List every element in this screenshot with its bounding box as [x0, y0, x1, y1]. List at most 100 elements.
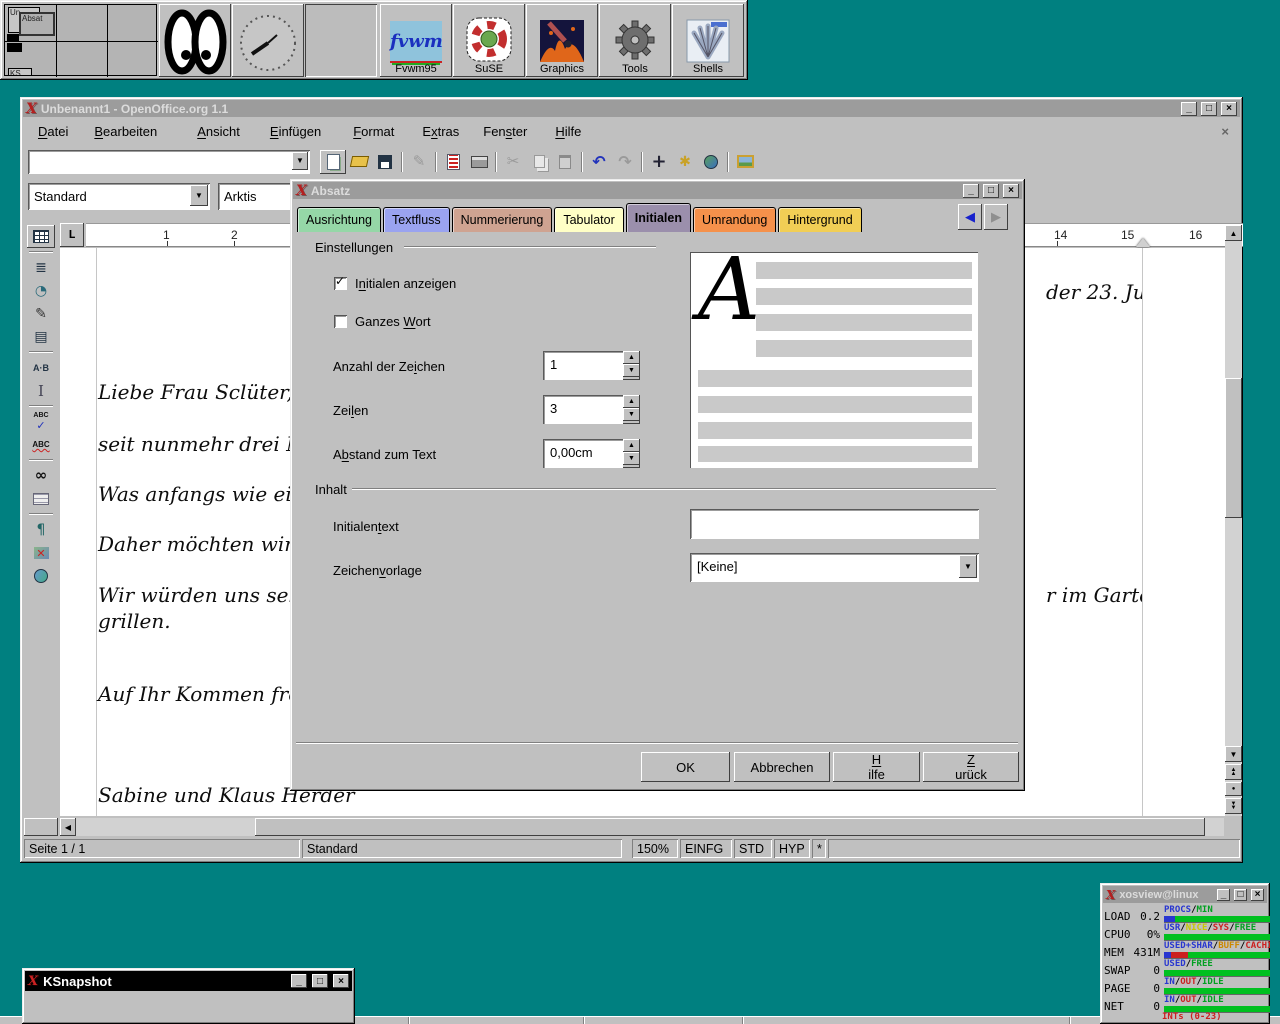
undo-button[interactable]: ↶ [586, 150, 612, 174]
show-dropcaps-label[interactable]: Initialen anzeigen [355, 276, 456, 291]
xclock-button[interactable] [232, 4, 304, 77]
whole-word-checkbox[interactable] [334, 315, 347, 328]
menu-einfuegen[interactable]: Einfügen [265, 121, 326, 142]
graphics-onoff-button[interactable]: ✕ [27, 541, 55, 564]
shells-button[interactable]: Shells [672, 4, 744, 77]
save-document-button[interactable] [372, 150, 398, 174]
paste-button[interactable] [552, 150, 578, 174]
open-document-button[interactable] [346, 150, 372, 174]
tab-initialen[interactable]: Initialen [626, 203, 691, 232]
pager-mini-window[interactable] [7, 43, 22, 52]
menu-format[interactable]: Format [348, 121, 399, 142]
minimize-button[interactable]: _ [1217, 889, 1230, 901]
draw-functions-button[interactable]: ✎ [27, 302, 55, 325]
combo-dropdown-icon[interactable]: ▼ [292, 152, 308, 170]
navigation-dot-button[interactable]: ● [1225, 782, 1242, 796]
direct-cursor-button[interactable]: I [27, 379, 55, 402]
menu-bearbeiten[interactable]: Bearbeiten [89, 121, 162, 142]
tab-umrandung[interactable]: Umrandung [693, 207, 776, 232]
status-zoom[interactable]: 150% [632, 839, 678, 858]
redo-button[interactable]: ↷ [612, 150, 638, 174]
ksnapshot-titlebar[interactable]: X KSnapshot _ □ × [25, 971, 352, 991]
tab-scroll-next-icon[interactable]: ▶ [984, 204, 1008, 230]
distance-value[interactable]: 0,00cm [543, 439, 623, 468]
vertical-scrollbar[interactable]: ▲ ▼ ▲▲ ● ▼▼ [1225, 225, 1242, 816]
status-page-style[interactable]: Standard [302, 839, 622, 858]
spin-up-icon[interactable]: ▲ [623, 351, 640, 364]
insert-objects-button[interactable]: ◔ [27, 279, 55, 302]
cancel-button[interactable]: Abbrechen [734, 752, 830, 782]
writer-titlebar[interactable]: X Unbenannt1 - OpenOffice.org 1.1 _ □ × [23, 100, 1240, 117]
gallery-button[interactable] [732, 150, 758, 174]
spellcheck-button[interactable]: ABC✓ [27, 410, 55, 433]
char-style-combobox[interactable]: [Keine] ▼ [690, 553, 979, 582]
cut-button[interactable]: ✂ [500, 150, 526, 174]
online-layout-button[interactable] [27, 564, 55, 587]
dialog-maximize-button[interactable]: □ [983, 184, 999, 198]
menu-hilfe[interactable]: Hilfe [550, 121, 586, 142]
autotext-button[interactable]: A·B [27, 356, 55, 379]
tab-ausrichtung[interactable]: Ausrichtung [297, 207, 381, 232]
tab-hintergrund[interactable]: Hintergrund [778, 207, 861, 232]
nonprinting-characters-button[interactable]: ¶ [27, 518, 55, 541]
print-file-button[interactable] [466, 150, 492, 174]
scroll-up-icon[interactable]: ▲ [1225, 225, 1242, 241]
horizontal-scrollbar-thumb[interactable] [255, 818, 1205, 836]
help-button[interactable]: Hilfe [833, 752, 920, 782]
tools-button[interactable]: Tools [599, 4, 671, 77]
menu-fenster[interactable]: Fenster [478, 121, 532, 142]
spin-down-icon[interactable]: ▼ [623, 408, 640, 421]
edit-file-button[interactable]: ✎ [406, 150, 432, 174]
autospellcheck-button[interactable]: ABC [27, 433, 55, 456]
dialog-close-button[interactable]: × [1003, 184, 1019, 198]
spin-up-icon[interactable]: ▲ [623, 395, 640, 408]
navigator-button[interactable]: + [646, 150, 672, 174]
autopilot-button[interactable]: ✱ [672, 150, 698, 174]
pager-mini-window-absatz[interactable]: Absat [19, 12, 55, 36]
tab-textfluss[interactable]: Textfluss [383, 207, 450, 232]
fvwm-pager[interactable]: Un Absat KS [4, 4, 157, 76]
xeyes-button[interactable] [159, 4, 231, 77]
next-page-button[interactable]: ▼▼ [1225, 798, 1242, 814]
num-chars-spinner[interactable]: 1 ▲▼ [543, 351, 640, 380]
tab-scroll-prev-icon[interactable]: ◀ [958, 204, 982, 230]
insert-fields-button[interactable]: ≣ [27, 256, 55, 279]
tab-nummerierung[interactable]: Nummerierung [452, 207, 553, 232]
paragraph-style-combobox[interactable]: Standard ▼ [28, 183, 210, 210]
maximize-button[interactable]: □ [312, 974, 328, 988]
dropcap-text-input[interactable] [690, 509, 979, 539]
minimize-button[interactable]: _ [1181, 102, 1197, 116]
insert-table-button[interactable] [27, 225, 55, 248]
show-dropcaps-checkbox[interactable]: ✓ [334, 277, 347, 290]
status-insert-mode[interactable]: EINFG [680, 839, 732, 858]
menu-extras[interactable]: Extras [417, 121, 464, 142]
minimize-button[interactable]: _ [291, 974, 307, 988]
pager-mini-window[interactable] [7, 34, 19, 41]
dialog-titlebar[interactable]: X Absatz _ □ × [293, 182, 1022, 199]
hyperlink-button[interactable] [698, 150, 724, 174]
combo-dropdown-icon[interactable]: ▼ [190, 185, 208, 206]
dialog-minimize-button[interactable]: _ [963, 184, 979, 198]
xosview-titlebar[interactable]: X xosview@linux _ □ × [1103, 886, 1267, 903]
status-hyperlink-mode[interactable]: HYP [774, 839, 810, 858]
close-document-icon[interactable]: × [1221, 124, 1239, 139]
maximize-button[interactable]: □ [1234, 889, 1247, 901]
horizontal-scrollbar[interactable]: ◀ [60, 818, 1224, 836]
combo-dropdown-icon[interactable]: ▼ [959, 555, 977, 578]
menu-ansicht[interactable]: Ansicht [192, 121, 245, 142]
panel-empty-slot[interactable] [305, 4, 377, 77]
whole-word-label[interactable]: Ganzes Wort [355, 314, 431, 329]
vertical-scrollbar-thumb[interactable] [1225, 378, 1242, 518]
fvwm95-button[interactable]: fvwm Fvwm95 [380, 4, 452, 77]
data-sources-button[interactable] [27, 487, 55, 510]
form-functions-button[interactable]: ▤ [27, 325, 55, 348]
scroll-down-icon[interactable]: ▼ [1225, 746, 1242, 762]
new-document-button[interactable] [320, 150, 346, 174]
scroll-left-icon[interactable]: ◀ [60, 818, 76, 836]
previous-page-button[interactable]: ▲▲ [1225, 764, 1242, 780]
ok-button[interactable]: OK [641, 752, 730, 782]
distance-spinner[interactable]: 0,00cm ▲▼ [543, 439, 640, 468]
reset-button[interactable]: Zurück [923, 752, 1019, 782]
find-replace-button[interactable]: ∞ [27, 464, 55, 487]
right-indent-marker[interactable] [1136, 238, 1150, 247]
